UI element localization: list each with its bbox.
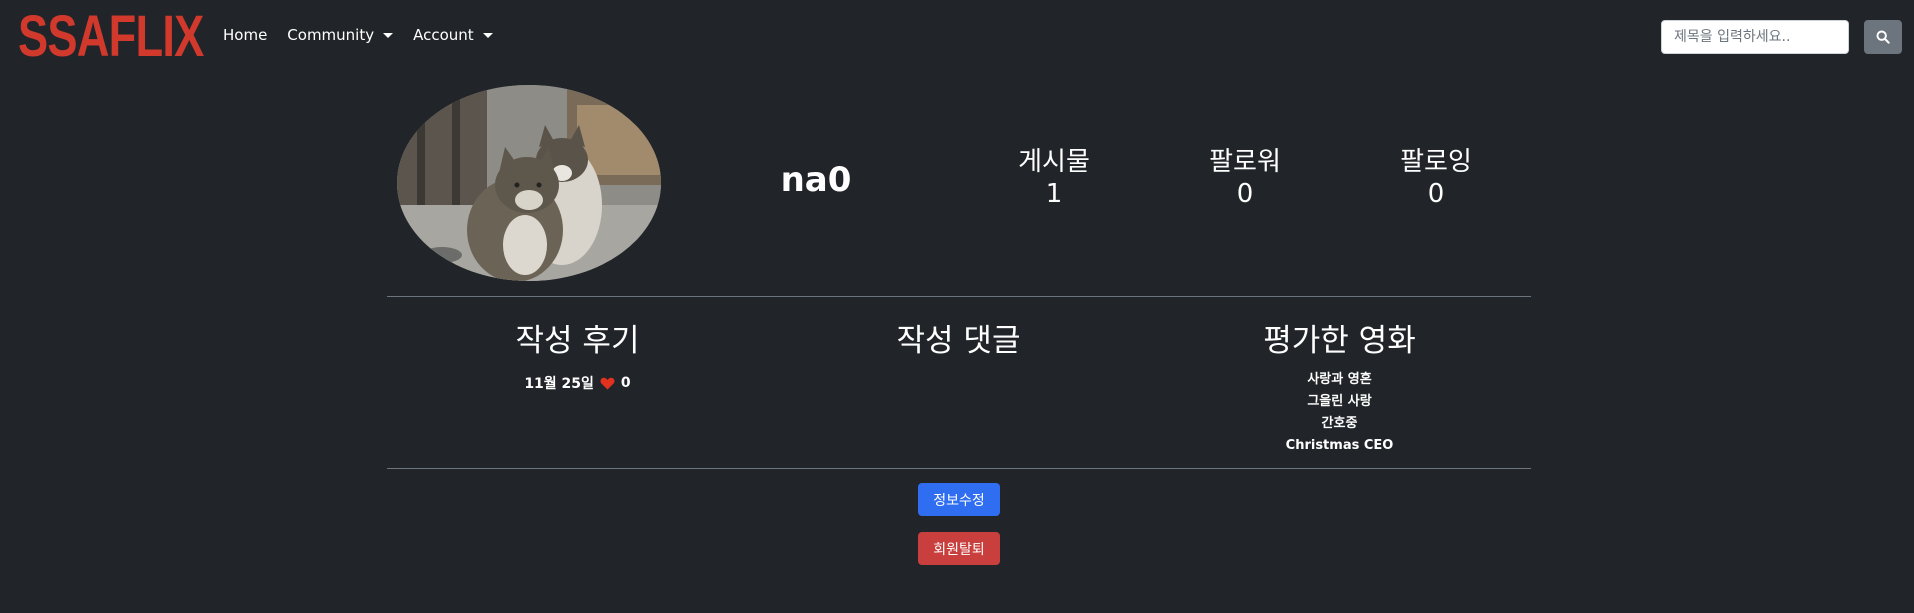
rated-movie-item[interactable]: 그을린 사랑: [1149, 391, 1530, 413]
stat-followers[interactable]: 팔로워 0: [1165, 146, 1325, 210]
nav-link-home-label: Home: [223, 26, 268, 44]
nav-dropdown-account[interactable]: Account: [413, 26, 493, 44]
review-date: 11월 25일: [524, 376, 594, 392]
profile-username: na0: [780, 160, 852, 200]
reviews-title: 작성 후기: [515, 323, 640, 359]
caret-down-icon: [482, 32, 493, 38]
nav-links: Home Community Account: [223, 26, 513, 44]
search-button[interactable]: [1864, 20, 1902, 54]
caret-down-icon: [383, 32, 394, 38]
stat-posts-label: 게시물: [1018, 147, 1090, 177]
stat-posts[interactable]: 게시물 1: [974, 146, 1134, 210]
stat-following-label: 팔로잉: [1400, 147, 1472, 177]
heart-icon: [600, 377, 615, 390]
nav-link-home[interactable]: Home: [223, 26, 267, 44]
rated-movies-title: 평가한 영화: [1263, 323, 1416, 359]
rated-movie-item[interactable]: Christmas CEO: [1149, 435, 1530, 457]
stat-following-value: 0: [1427, 179, 1445, 209]
nav-dropdown-community-label: Community: [287, 26, 375, 44]
section-reviews: 작성 후기 11월 25일 0: [387, 318, 768, 393]
nav-dropdown-account-label: Account: [413, 26, 474, 44]
section-rated-movies: 평가한 영화 사랑과 영혼 그을린 사랑 간호중 Christmas CEO: [1149, 318, 1530, 457]
brand-logo[interactable]: SSAFLIX: [18, 6, 256, 68]
brand-text: SSAFLIX: [18, 4, 204, 69]
stat-followers-label: 팔로워: [1209, 147, 1281, 177]
search-input[interactable]: [1661, 20, 1849, 54]
profile-avatar: [397, 85, 661, 281]
cat-photo-icon: [397, 85, 661, 281]
search-icon: [1876, 30, 1890, 44]
divider-top: [387, 296, 1531, 297]
withdraw-button[interactable]: 회원탈퇴: [918, 532, 1000, 565]
edit-profile-button[interactable]: 정보수정: [918, 483, 1000, 516]
nav-dropdown-community[interactable]: Community: [287, 26, 394, 44]
comments-title: 작성 댓글: [896, 323, 1021, 359]
section-comments: 작성 댓글: [768, 318, 1149, 364]
stat-following[interactable]: 팔로잉 0: [1356, 146, 1516, 210]
rated-movie-item[interactable]: 간호중: [1149, 413, 1530, 435]
rated-movie-item[interactable]: 사랑과 영혼: [1149, 369, 1530, 391]
stat-posts-value: 1: [1045, 179, 1063, 209]
rated-movies-list: 사랑과 영혼 그을린 사랑 간호중 Christmas CEO: [1149, 369, 1530, 457]
stat-followers-value: 0: [1236, 179, 1254, 209]
review-item[interactable]: 11월 25일 0: [387, 373, 768, 393]
review-like-count: 0: [620, 375, 631, 391]
divider-bottom: [387, 468, 1531, 469]
navbar: SSAFLIX Home Community Account: [0, 0, 1914, 75]
